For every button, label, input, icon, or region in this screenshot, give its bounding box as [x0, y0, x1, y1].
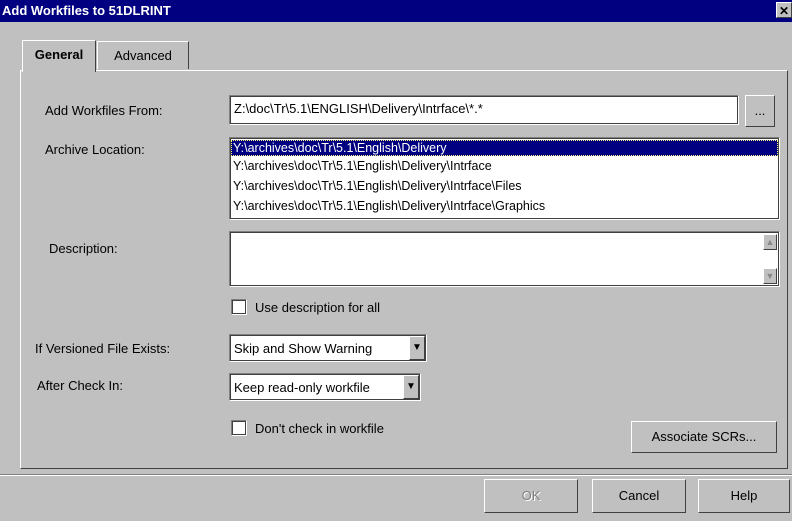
description-label: Description:: [49, 241, 118, 256]
description-textarea[interactable]: ▲ ▼: [229, 231, 780, 287]
ok-button[interactable]: OK: [484, 479, 578, 513]
use-description-label: Use description for all: [255, 300, 380, 315]
list-item[interactable]: Y:\archives\doc\Tr\5.1\English\Delivery\…: [231, 178, 779, 194]
archive-location-label: Archive Location:: [45, 142, 145, 157]
list-item[interactable]: Y:\archives\doc\Tr\5.1\English\Delivery\…: [231, 198, 779, 214]
if-versioned-select[interactable]: Skip and Show Warning ▼: [229, 334, 427, 362]
footer-separator: [0, 474, 792, 476]
add-from-value: Z:\doc\Tr\5.1\ENGLISH\Delivery\Intrface\…: [234, 101, 483, 116]
browse-button[interactable]: ...: [745, 95, 775, 127]
list-item[interactable]: Y:\archives\doc\Tr\5.1\English\Delivery\…: [231, 158, 779, 174]
title-bar: Add Workfiles to 51DLRINT ✕: [0, 0, 792, 22]
if-versioned-value: Skip and Show Warning: [234, 341, 373, 356]
general-tab-panel: Add Workfiles From: Z:\doc\Tr\5.1\ENGLIS…: [20, 70, 788, 469]
window-title: Add Workfiles to 51DLRINT: [2, 3, 171, 18]
tab-general[interactable]: General: [22, 40, 96, 72]
chevron-down-icon[interactable]: ▼: [403, 375, 419, 399]
scroll-up-icon[interactable]: ▲: [763, 234, 777, 250]
use-description-checkbox[interactable]: [231, 299, 247, 315]
add-from-label: Add Workfiles From:: [45, 103, 163, 118]
dont-check-in-checkbox[interactable]: [231, 420, 247, 436]
list-item[interactable]: Y:\archives\doc\Tr\5.1\English\Delivery: [231, 140, 778, 156]
chevron-down-icon[interactable]: ▼: [409, 336, 425, 360]
scroll-down-icon[interactable]: ▼: [763, 268, 777, 284]
after-check-in-label: After Check In:: [37, 378, 123, 393]
tab-advanced[interactable]: Advanced: [97, 41, 189, 69]
archive-location-list[interactable]: Y:\archives\doc\Tr\5.1\English\Delivery …: [229, 137, 780, 220]
after-check-in-select[interactable]: Keep read-only workfile ▼: [229, 373, 421, 401]
close-icon[interactable]: ✕: [776, 2, 792, 18]
dont-check-in-label: Don't check in workfile: [255, 421, 384, 436]
if-versioned-label: If Versioned File Exists:: [35, 341, 171, 356]
help-button[interactable]: Help: [698, 479, 790, 513]
cancel-button[interactable]: Cancel: [592, 479, 686, 513]
associate-scrs-button[interactable]: Associate SCRs...: [631, 421, 777, 453]
after-check-in-value: Keep read-only workfile: [234, 380, 370, 395]
add-from-input[interactable]: Z:\doc\Tr\5.1\ENGLISH\Delivery\Intrface\…: [229, 95, 739, 125]
